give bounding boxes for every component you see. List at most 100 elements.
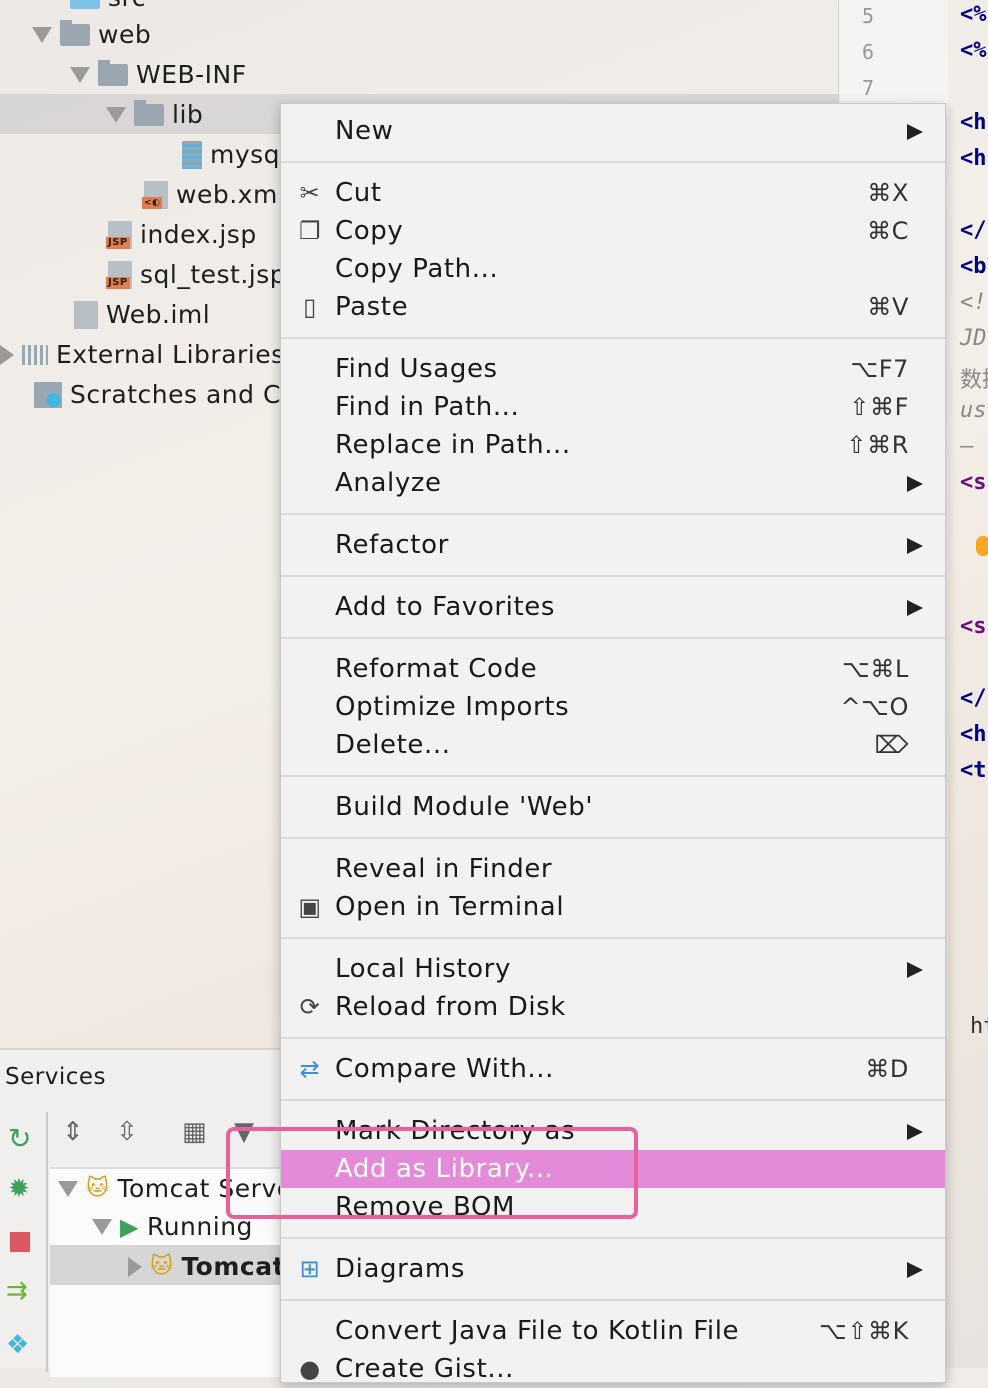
code-line: <b: [960, 254, 987, 279]
submenu-arrow-icon: [907, 1262, 923, 1278]
menu-separator: [281, 764, 945, 788]
menu-item-build-module-web[interactable]: Build Module 'Web': [281, 788, 945, 826]
menu-item-cut[interactable]: ✂ Cut ⌘X: [281, 174, 945, 212]
menu-item-find-in-path[interactable]: Find in Path... ⇧⌘F: [281, 388, 945, 426]
menu-item-label: Create Gist...: [335, 1354, 514, 1384]
code-line: </: [960, 686, 987, 711]
menu-item-optimize-imports[interactable]: Optimize Imports ^⌥O: [281, 688, 945, 726]
tree-label: index.jsp: [140, 220, 257, 249]
libraries-icon: [22, 345, 48, 365]
scratches-icon: [34, 382, 62, 408]
menu-separator: [281, 826, 945, 850]
menu-item-convert-java-file-to-kotlin-file[interactable]: Convert Java File to Kotlin File ⌥⇧⌘K: [281, 1312, 945, 1350]
code-line: 数据: [960, 368, 988, 393]
folder-icon: [134, 100, 164, 126]
code-line: <t: [960, 758, 987, 783]
expand-arrow-icon[interactable]: [58, 1181, 78, 1197]
expand-arrow-icon[interactable]: [70, 67, 90, 83]
shortcut-label: ⌦: [874, 731, 909, 759]
collapse-all-icon[interactable]: ⇳: [116, 1117, 138, 1147]
tomcat-icon: 🐱: [86, 1176, 110, 1201]
code-line: us: [960, 398, 987, 423]
collapse-arrow-icon[interactable]: [0, 345, 14, 365]
stop-icon[interactable]: [10, 1232, 30, 1252]
line-number: 5: [862, 4, 875, 28]
menu-item-label: Reformat Code: [335, 654, 538, 684]
tree-label: External Libraries: [56, 340, 285, 369]
folder-icon: [70, 0, 100, 9]
tree-item-sql-test-jsp[interactable]: JSP sql_test.jsp: [106, 255, 286, 295]
menu-item-reformat-code[interactable]: Reformat Code ⌥⌘L: [281, 650, 945, 688]
menu-item-find-usages[interactable]: Find Usages ⌥F7: [281, 350, 945, 388]
menu-item-paste[interactable]: ▯ Paste ⌘V: [281, 288, 945, 326]
menu-item-local-history[interactable]: Local History: [281, 950, 945, 988]
expand-all-icon[interactable]: ⇕: [62, 1117, 84, 1147]
clipboard-icon: ▯: [303, 293, 317, 321]
menu-item-copy-path[interactable]: Copy Path...: [281, 250, 945, 288]
breadcrumb[interactable]: ht: [970, 1014, 988, 1039]
submenu-arrow-icon: [907, 476, 923, 492]
tree-item-web[interactable]: web: [32, 15, 151, 55]
menu-item-label: Copy: [335, 216, 404, 246]
menu-item-label: Find Usages: [335, 354, 498, 384]
menu-item-reveal-in-finder[interactable]: Reveal in Finder: [281, 850, 945, 888]
menu-item-new[interactable]: New: [281, 112, 945, 150]
copy-icon: ❐: [298, 217, 322, 245]
menu-item-diagrams[interactable]: ⊞ Diagrams: [281, 1250, 945, 1288]
menu-item-delete[interactable]: Delete... ⌦: [281, 726, 945, 764]
code-line: <h: [960, 146, 987, 171]
debug-icon[interactable]: ✹: [8, 1174, 30, 1204]
tree-item-web-iml[interactable]: Web.iml: [74, 295, 210, 335]
scissors-icon: ✂: [299, 179, 321, 207]
menu-item-label: Cut: [335, 178, 382, 208]
menu-item-add-to-favorites[interactable]: Add to Favorites: [281, 588, 945, 626]
tree-item-scratches[interactable]: Scratches and C: [34, 375, 281, 415]
services-layout-icon[interactable]: ❖: [6, 1330, 29, 1360]
collapse-arrow-icon[interactable]: [128, 1257, 142, 1277]
rerun-icon[interactable]: ↻: [8, 1122, 31, 1155]
tree-label: Scratches and C: [70, 380, 281, 409]
menu-item-open-in-terminal[interactable]: ▣ Open in Terminal: [281, 888, 945, 926]
code-line: <%: [960, 2, 987, 27]
services-sidebar: ↻ ✹ ⇉ ❖: [0, 1112, 48, 1372]
expand-arrow-icon[interactable]: [32, 27, 52, 43]
deploy-icon[interactable]: ⇉: [6, 1276, 28, 1306]
diagram-icon: ⊞: [299, 1255, 321, 1283]
service-tomcat[interactable]: 🐱 Tomcat: [128, 1247, 285, 1287]
menu-item-reload-from-disk[interactable]: ⟳ Reload from Disk: [281, 988, 945, 1026]
lightbulb-icon[interactable]: [976, 536, 988, 556]
menu-item-label: Compare With...: [335, 1054, 555, 1084]
tree-label: WEB-INF: [136, 60, 247, 89]
menu-item-replace-in-path[interactable]: Replace in Path... ⇧⌘R: [281, 426, 945, 464]
folder-icon: [98, 60, 128, 86]
tree-item-external-libraries[interactable]: External Libraries: [0, 335, 285, 375]
tree-item-web-xml[interactable]: <◐ web.xml: [142, 175, 285, 215]
tree-item-index-jsp[interactable]: JSP index.jsp: [106, 215, 257, 255]
menu-item-create-gist[interactable]: ● Create Gist...: [281, 1350, 945, 1388]
menu-item-refactor[interactable]: Refactor: [281, 526, 945, 564]
reload-icon: ⟳: [299, 993, 321, 1021]
tree-item-lib[interactable]: lib: [106, 95, 203, 135]
code-line: <h: [960, 722, 987, 747]
menu-separator: [281, 326, 945, 350]
menu-item-label: Reveal in Finder: [335, 854, 553, 884]
menu-item-compare-with[interactable]: ⇄ Compare With... ⌘D: [281, 1050, 945, 1088]
menu-item-label: Refactor: [335, 530, 449, 560]
line-number: 6: [862, 40, 875, 64]
expand-arrow-icon[interactable]: [92, 1219, 112, 1235]
tree-item-web-inf[interactable]: WEB-INF: [70, 55, 247, 95]
iml-file-icon: [74, 301, 98, 329]
menu-separator: [281, 1288, 945, 1312]
submenu-arrow-icon: [907, 538, 923, 554]
menu-item-analyze[interactable]: Analyze: [281, 464, 945, 502]
menu-item-label: Convert Java File to Kotlin File: [335, 1316, 740, 1346]
submenu-arrow-icon: [907, 962, 923, 978]
menu-item-label: Paste: [335, 292, 409, 322]
expand-arrow-icon[interactable]: [106, 107, 126, 123]
submenu-arrow-icon: [907, 124, 923, 140]
group-by-icon[interactable]: ▦: [182, 1117, 207, 1147]
menu-item-label: Optimize Imports: [335, 692, 570, 722]
jsp-badge: JSP: [106, 277, 130, 289]
menu-item-copy[interactable]: ❐ Copy ⌘C: [281, 212, 945, 250]
tree-item-mysql-jar[interactable]: mysq: [182, 135, 280, 175]
